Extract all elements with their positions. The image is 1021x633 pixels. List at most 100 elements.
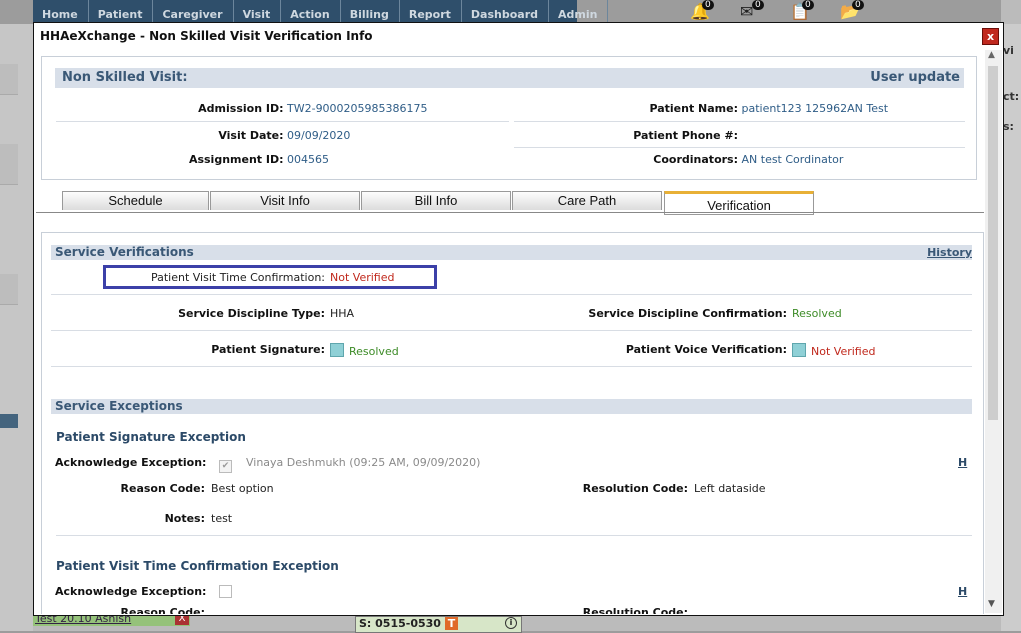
pvtc-ack-checkbox-row [219, 585, 232, 599]
info-icon[interactable]: i [505, 617, 517, 629]
pvtc-ack-label: Acknowledge Exception: [55, 585, 207, 598]
sdt-label: Service Discipline Type: [178, 307, 325, 320]
header-mode: User update [870, 70, 960, 85]
coordinators-value: AN test Cordinator [741, 153, 844, 166]
voice-icon[interactable] [792, 343, 806, 357]
nav-patient[interactable]: Patient [89, 0, 154, 24]
admission-id-value: TW2-9000205985386175 [287, 102, 428, 115]
nav-action[interactable]: Action [281, 0, 341, 24]
background-top-right [1001, 0, 1021, 24]
patient-name-label: Patient Name: [649, 102, 738, 115]
pvtc-history-link[interactable]: H [958, 585, 967, 598]
voice-label: Patient Voice Verification: [625, 343, 787, 356]
assignment-id-row: Assignment ID: 004565 [42, 153, 507, 166]
pvtc-label: Patient Visit Time Confirmation: [150, 271, 325, 284]
folder-count: 0 [852, 0, 864, 10]
sig-ack-checkbox[interactable]: ✔ [219, 460, 232, 473]
sig-notes-label: Notes: [164, 512, 205, 525]
patient-phone-row: Patient Phone #: [512, 129, 962, 142]
bell-count: 0 [702, 0, 714, 10]
pvtc-exception-title: Patient Visit Time Confirmation Exceptio… [56, 559, 339, 573]
service-exceptions-bar: Service Exceptions [51, 399, 972, 414]
background-selected-row [0, 414, 18, 428]
tab-visit-info[interactable]: Visit Info [210, 191, 360, 210]
sig-resolution-label: Resolution Code: [582, 482, 688, 495]
background-left-panel [0, 24, 33, 631]
sig-reason-label: Reason Code: [120, 482, 205, 495]
pvtc-ack-checkbox[interactable] [219, 585, 232, 598]
mail-count: 0 [752, 0, 764, 10]
tab-care-path[interactable]: Care Path [512, 191, 662, 210]
background-stripe [0, 144, 18, 185]
divider [56, 535, 972, 536]
clipboard-count: 0 [802, 0, 814, 10]
nav-admin[interactable]: Admin [549, 0, 609, 24]
bell-icon[interactable]: 🔔 0 [690, 0, 714, 22]
nav-visit[interactable]: Visit [234, 0, 282, 24]
scroll-thumb[interactable] [988, 66, 998, 420]
visit-date-value: 09/09/2020 [287, 129, 351, 142]
sig-ack-label: Acknowledge Exception: [55, 456, 207, 469]
visit-date-row: Visit Date: 09/09/2020 [42, 129, 507, 142]
schedule-slot[interactable]: S: 0515-0530 T i [355, 616, 522, 633]
close-button[interactable]: x [982, 28, 999, 45]
header-bar: Non Skilled Visit: User update [55, 68, 964, 88]
sdc-value: Resolved [792, 307, 842, 320]
pvtc-value: Not Verified [330, 271, 395, 284]
background-stripe [0, 64, 18, 95]
divider [514, 121, 965, 122]
tab-bill-info[interactable]: Bill Info [361, 191, 511, 210]
scroll-up-icon[interactable]: ▲ [988, 50, 995, 60]
dialog-title: HHAeXchange - Non Skilled Visit Verifica… [40, 29, 373, 43]
signature-exception-title: Patient Signature Exception [56, 430, 246, 444]
main-nav: Home Patient Caregiver Visit Action Bill… [33, 0, 609, 24]
folder-icon[interactable]: 📂 0 [840, 0, 864, 22]
nav-report[interactable]: Report [400, 0, 462, 24]
service-exceptions-title: Service Exceptions [55, 399, 183, 413]
bg-right-label: s: [1003, 120, 1014, 133]
tab-schedule[interactable]: Schedule [62, 191, 209, 210]
history-link[interactable]: History [927, 246, 972, 259]
divider [56, 121, 509, 122]
service-verifications-title: Service Verifications [55, 245, 194, 259]
slot-badge: T [444, 617, 459, 630]
voice-status: Not Verified [792, 343, 875, 358]
visit-date-label: Visit Date: [218, 129, 284, 142]
sig-notes-value: test [211, 512, 233, 525]
clipboard-icon[interactable]: 📋 0 [790, 0, 814, 22]
background-stripe [0, 274, 18, 305]
nav-caregiver[interactable]: Caregiver [153, 0, 234, 24]
sig-reason-value: Best option [211, 482, 274, 495]
mail-icon[interactable]: ✉ 0 [740, 0, 764, 22]
tab-underline [36, 212, 984, 213]
pvtc-resolution-label: Resolution Code: [582, 606, 688, 614]
verification-panel: Service Verifications History Patient Vi… [41, 232, 984, 614]
divider [51, 294, 972, 295]
patient-phone-label: Patient Phone #: [633, 129, 738, 142]
sig-ack-by: Vinaya Deshmukh (09:25 AM, 09/09/2020) [246, 456, 481, 469]
assignment-id-value: 004565 [287, 153, 329, 166]
nav-home[interactable]: Home [33, 0, 89, 24]
assignment-id-label: Assignment ID: [188, 153, 284, 166]
signature-status: Resolved [330, 343, 399, 358]
sdc-label: Service Discipline Confirmation: [588, 307, 787, 320]
nav-billing[interactable]: Billing [341, 0, 400, 24]
dialog-scrollbar[interactable]: ▲ ▼ [985, 50, 1002, 613]
scroll-down-icon[interactable]: ▼ [988, 599, 995, 609]
admission-id-row: Admission ID: TW2-9000205985386175 [42, 102, 507, 115]
sig-ack-checkbox-row: ✔ [219, 456, 232, 473]
admission-id-label: Admission ID: [198, 102, 284, 115]
sig-history-link[interactable]: H [958, 456, 967, 469]
pvtc-reason-label: Reason Code: [120, 606, 205, 614]
signature-value: Resolved [349, 345, 399, 358]
signature-icon[interactable] [330, 343, 344, 357]
patient-name-row: Patient Name: patient123 125962AN Test [512, 102, 962, 115]
patient-name-value: patient123 125962AN Test [741, 102, 889, 115]
divider [51, 330, 972, 331]
notification-icons: 🔔 0 ✉ 0 📋 0 📂 0 [690, 0, 864, 22]
service-verifications-bar: Service Verifications History [51, 245, 972, 260]
visit-verification-dialog: HHAeXchange - Non Skilled Visit Verifica… [33, 22, 1004, 616]
tab-strip: Schedule Visit Info Bill Info Care Path … [34, 191, 984, 215]
nav-dashboard[interactable]: Dashboard [462, 0, 549, 24]
divider [514, 147, 965, 148]
